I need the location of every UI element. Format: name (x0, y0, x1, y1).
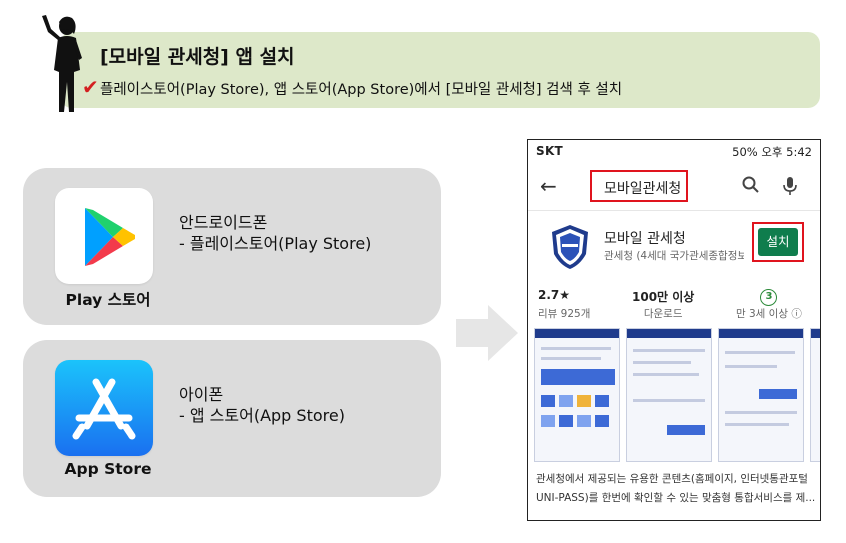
right-arrow-icon (456, 305, 518, 361)
app-store-card: App Store 아이폰 - 앱 스토어(App Store) (23, 340, 441, 497)
app-screenshot-4[interactable] (810, 328, 820, 462)
battery-time: 50% 오후 5:42 (732, 145, 812, 159)
presenter-silhouette-icon (42, 15, 82, 112)
page-title: [모바일 관세청] 앱 설치 (100, 46, 295, 68)
screenshot-carousel[interactable] (534, 328, 820, 463)
review-count: 리뷰 925개 (538, 308, 591, 320)
page-subtitle: 플레이스토어(Play Store), 앱 스토어(App Store)에서 [… (100, 82, 623, 98)
carrier-label: SKT (536, 144, 564, 158)
status-bar: SKT 50% 오후 5:42 (528, 140, 820, 164)
device-name: 아이폰 (179, 385, 224, 404)
age-rating-stat: 3 만 3세 이상 ⓘ (736, 288, 802, 321)
google-play-icon[interactable] (55, 188, 153, 284)
app-description: 관세청에서 제공되는 유용한 콘텐츠(홈페이지, 인터넷통관포털 UNI-PAS… (536, 473, 816, 504)
app-developer: 관세청 (4세대 국가관세종합정보... (604, 250, 744, 262)
store-name: - 앱 스토어(App Store) (179, 406, 345, 425)
search-icon[interactable] (742, 176, 760, 194)
install-highlight: 설치 (752, 222, 804, 262)
app-screenshot-3[interactable] (718, 328, 804, 462)
divider (528, 210, 820, 211)
store-name: - 플레이스토어(Play Store) (179, 234, 372, 253)
rating-stat: 2.7★ 리뷰 925개 (538, 288, 590, 321)
search-input[interactable]: 모바일관세청 (590, 170, 688, 202)
downloads-label: 다운로드 (643, 308, 683, 320)
age-rating-badge: 3 (760, 289, 778, 306)
app-title: 모바일 관세청 (604, 231, 686, 247)
android-instructions: 안드로이드폰 - 플레이스토어(Play Store) (179, 212, 371, 254)
microphone-icon[interactable] (783, 176, 797, 196)
play-store-label: Play 스토어 (65, 291, 151, 309)
downloads-value: 100만 이상 (632, 290, 695, 304)
iphone-instructions: 아이폰 - 앱 스토어(App Store) (179, 384, 345, 426)
rating-value: 2.7★ (538, 288, 571, 302)
install-button[interactable]: 설치 (758, 228, 798, 256)
header-banner: [모바일 관세청] 앱 설치 ✔ 플레이스토어(Play Store), 앱 스… (60, 32, 820, 108)
customs-app-icon (552, 225, 588, 269)
app-stats: 2.7★ 리뷰 925개 100만 이상 다운로드 3 만 3세 이상 ⓘ (528, 288, 820, 328)
app-store-icon[interactable] (55, 360, 153, 456)
search-bar: ← 모바일관세청 (528, 168, 820, 208)
app-listing[interactable]: 모바일 관세청 관세청 (4세대 국가관세종합정보... 설치 (528, 222, 820, 278)
device-name: 안드로이드폰 (179, 213, 268, 232)
back-arrow-icon[interactable]: ← (540, 174, 557, 198)
play-store-card: Play 스토어 안드로이드폰 - 플레이스토어(Play Store) (23, 168, 441, 325)
downloads-stat: 100만 이상 다운로드 (632, 288, 694, 321)
phone-screenshot: SKT 50% 오후 5:42 ← 모바일관세청 모바일 관세청 관세청 (4세… (527, 139, 821, 521)
app-screenshot-2[interactable] (626, 328, 712, 462)
app-store-label: App Store (64, 460, 152, 478)
app-screenshot-1[interactable] (534, 328, 620, 462)
age-rating-label: 만 3세 이상 ⓘ (736, 308, 802, 320)
